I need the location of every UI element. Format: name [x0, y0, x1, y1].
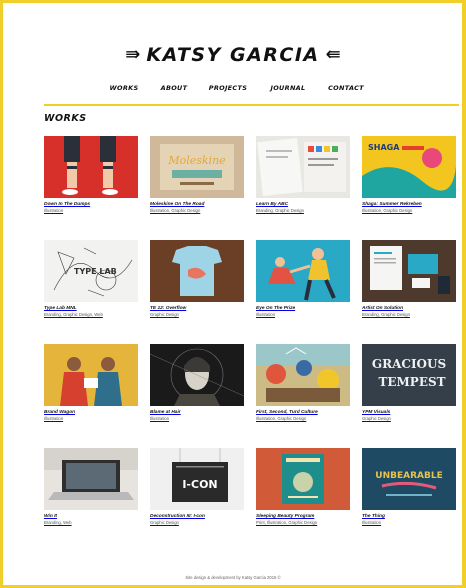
logo-right-mark-icon: ⇚	[325, 44, 341, 65]
work-thumbnail	[256, 136, 350, 198]
work-thumbnail: I-CON	[150, 448, 244, 510]
work-category: Illustration, Graphic Design	[362, 208, 413, 213]
work-card[interactable]: Artist On Solution Branding, Graphic Des…	[362, 240, 456, 317]
work-category: Illustration	[362, 520, 382, 525]
work-card[interactable]: I-CON Deconstruction III: I-con Graphic …	[150, 448, 244, 525]
work-thumbnail: GRACIOUS TEMPEST	[362, 344, 456, 406]
work-card[interactable]: SHAGA Shaga: Summer Rekreben Illustratio…	[362, 136, 456, 213]
work-thumbnail	[256, 240, 350, 302]
work-category: Illustration	[44, 416, 64, 421]
work-title: YPM Visuals	[362, 410, 391, 415]
work-title: Sleeping Beauty Program	[256, 514, 315, 519]
work-card[interactable]: Moleskine Moleskine On The Road Illustra…	[150, 136, 244, 213]
work-title: First, Second, Turd Culture	[256, 410, 318, 415]
thumb-text: SHAGA	[368, 143, 400, 152]
thumb-text: TEMPEST	[378, 375, 445, 389]
work-category: Branding, Web	[44, 520, 72, 525]
work-thumbnail	[362, 240, 456, 302]
work-card[interactable]: Sleeping Beauty Program Print, Illustrat…	[256, 448, 350, 525]
work-thumbnail	[44, 136, 138, 198]
work-title: Artist On Solution	[362, 306, 404, 311]
work-category: Graphic Design	[362, 416, 391, 421]
work-card[interactable]: Eye On The Prize Illustration	[256, 240, 350, 317]
work-title: The Thing	[362, 514, 385, 519]
work-card[interactable]: Brand Wagon Illustration	[44, 344, 138, 421]
work-thumbnail: SHAGA	[362, 136, 456, 198]
section-title: WORKS	[44, 113, 87, 124]
work-thumbnail	[44, 344, 138, 406]
nav-projects[interactable]: PROJECTS	[197, 84, 259, 98]
nav-journal[interactable]: JOURNAL	[259, 84, 317, 98]
work-card[interactable]: GRACIOUS TEMPEST YPM Visuals Graphic Des…	[362, 344, 456, 421]
footer-credit: Site design & development by Katsy Garci…	[185, 575, 281, 580]
main-nav: WORKS ABOUT PROJECTS JOURNAL CONTACT	[0, 84, 466, 98]
work-thumbnail: UNBEARABLE	[362, 448, 456, 510]
work-category: Illustration, Graphic Design	[256, 416, 307, 421]
work-title: Learn By ABC	[256, 202, 289, 207]
work-title: Deconstruction III: I-con	[150, 514, 205, 519]
thumb-text: TYPE LAB	[74, 267, 117, 276]
thumb-text: Moleskine	[167, 154, 226, 167]
work-card[interactable]: UNBEARABLE The Thing Illustration	[362, 448, 456, 525]
work-title: Moleskine On The Road	[150, 202, 205, 207]
works-grid: Down In The Dumps Illustration Moleskine…	[44, 136, 456, 536]
work-title: Eye On The Prize	[256, 306, 296, 311]
work-title: Brand Wagon	[44, 410, 76, 415]
thumb-text: GRACIOUS	[372, 357, 446, 371]
work-title: Down In The Dumps	[44, 202, 91, 207]
work-title: TE 12: Overflow	[150, 306, 187, 311]
work-card[interactable]: TYPE LAB Type Lab MNL Branding, Graphic …	[44, 240, 138, 317]
work-thumbnail: Moleskine	[150, 136, 244, 198]
work-card[interactable]: First, Second, Turd Culture Illustration…	[256, 344, 350, 421]
work-title: Win It	[44, 514, 58, 519]
work-category: Graphic Design	[150, 312, 179, 317]
work-category: Branding, Graphic Design	[362, 312, 410, 317]
work-category: Print, Illustration, Graphic Design	[256, 520, 318, 525]
work-category: Illustration	[44, 208, 64, 213]
work-thumbnail	[256, 448, 350, 510]
thumb-text: I-CON	[182, 478, 217, 491]
work-card[interactable]: Blame at Hair Illustration	[150, 344, 244, 421]
logo-left-mark-icon: ⇛	[125, 44, 141, 65]
work-title: Shaga: Summer Rekreben	[362, 202, 422, 207]
thumb-text: UNBEARABLE	[375, 471, 442, 481]
work-thumbnail	[256, 344, 350, 406]
work-category: Branding, Graphic Design, Web	[44, 312, 103, 317]
nav-about[interactable]: ABOUT	[151, 84, 197, 98]
nav-works[interactable]: WORKS	[97, 84, 151, 98]
work-card[interactable]: Learn By ABC Branding, Graphic Design	[256, 136, 350, 213]
work-thumbnail	[44, 448, 138, 510]
work-category: Graphic Design	[150, 520, 179, 525]
work-thumbnail: TYPE LAB	[44, 240, 138, 302]
work-card[interactable]: Win It Branding, Web	[44, 448, 138, 525]
work-category: Illustration	[150, 416, 170, 421]
work-thumbnail	[150, 240, 244, 302]
work-category: Branding, Graphic Design	[256, 208, 304, 213]
nav-divider	[44, 104, 459, 106]
work-card[interactable]: Down In The Dumps Illustration	[44, 136, 138, 213]
site-logo[interactable]: ⇛ KATSY GARCIA ⇚	[0, 40, 466, 70]
work-thumbnail	[150, 344, 244, 406]
work-category: Illustration, Graphic Design	[150, 208, 201, 213]
work-category: Illustration	[256, 312, 276, 317]
work-title: Type Lab MNL	[44, 306, 77, 311]
logo-text: KATSY GARCIA	[146, 44, 320, 66]
work-card[interactable]: TE 12: Overflow Graphic Design	[150, 240, 244, 317]
nav-contact[interactable]: CONTACT	[317, 84, 375, 98]
work-title: Blame at Hair	[150, 410, 181, 415]
